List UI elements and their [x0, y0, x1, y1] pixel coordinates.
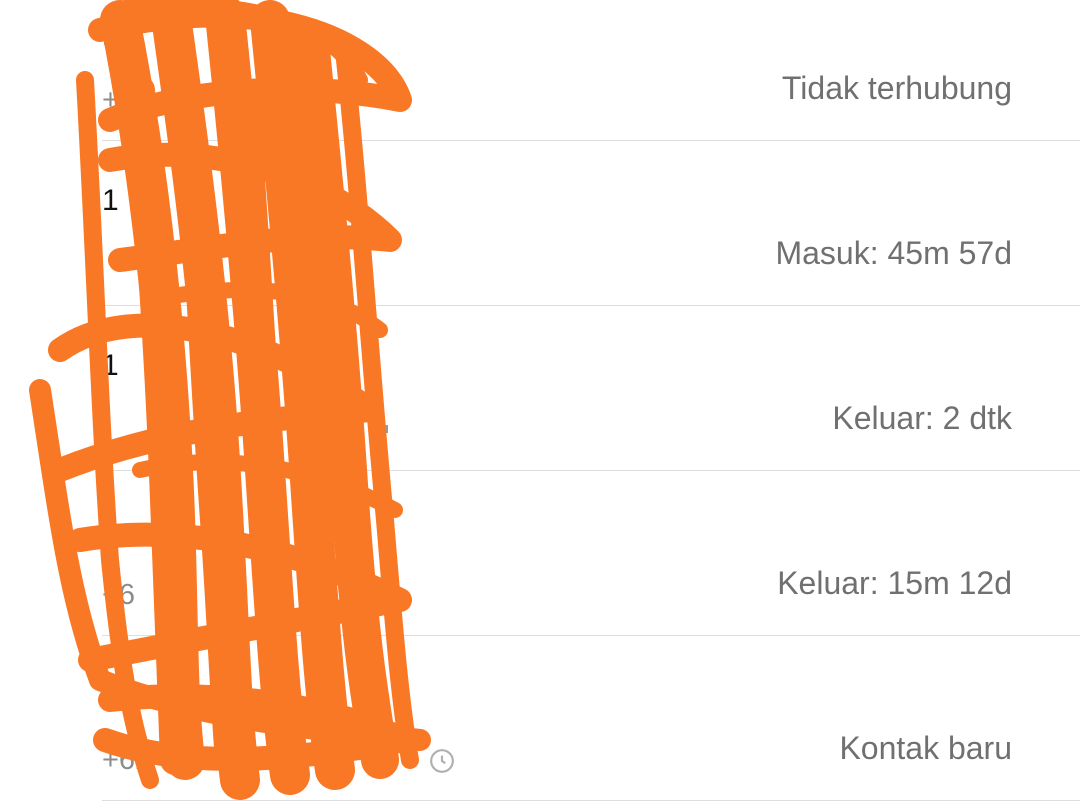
call-log-entry[interactable]: 1 Keluar: 2 dtk	[102, 306, 1080, 471]
call-log-list: 1 + Tidak terhubung 1 Masuk: 45m 57d 1 K…	[0, 0, 1080, 801]
outgoing-arrow-icon	[390, 95, 403, 109]
call-status: Kontak baru	[839, 730, 1012, 766]
call-status: Masuk: 45m 57d	[775, 235, 1012, 271]
outgoing-arrow-icon	[375, 425, 388, 439]
call-status: Keluar: 2 dtk	[832, 400, 1012, 436]
call-date: 1	[102, 19, 119, 52]
phone-number: +6	[102, 579, 136, 611]
call-date: 1	[102, 349, 119, 382]
call-entry-info: 1	[102, 181, 119, 247]
call-date: 1	[102, 184, 119, 217]
call-date: 1	[102, 514, 119, 547]
call-status: Keluar: 15m 12d	[777, 565, 1012, 601]
call-number-line: +62	[102, 742, 455, 778]
call-entry-info: 1	[102, 346, 392, 448]
call-date: 1	[102, 679, 119, 712]
call-log-entry[interactable]: 1 +6 Keluar: 15m 12d	[102, 471, 1080, 636]
call-status: Tidak terhubung	[781, 70, 1012, 106]
call-entry-info: 1 +6	[102, 511, 403, 613]
call-log-entry[interactable]: 1 +62 Kontak baru	[102, 636, 1080, 801]
phone-number: +62	[102, 744, 152, 776]
call-number-line	[102, 412, 392, 448]
call-entry-info: 1 +62	[102, 676, 455, 778]
call-number-line: +6	[102, 577, 403, 613]
call-entry-info: 1 +	[102, 16, 407, 118]
clock-icon	[430, 749, 455, 774]
call-log-entry[interactable]: 1 + Tidak terhubung	[102, 0, 1080, 141]
call-log-screen: 1 + Tidak terhubung 1 Masuk: 45m 57d 1 K…	[0, 0, 1080, 806]
call-log-entry[interactable]: 1 Masuk: 45m 57d	[102, 141, 1080, 306]
call-number-line: +	[102, 82, 407, 118]
outgoing-arrow-icon	[386, 590, 400, 604]
phone-number: +	[102, 84, 119, 116]
